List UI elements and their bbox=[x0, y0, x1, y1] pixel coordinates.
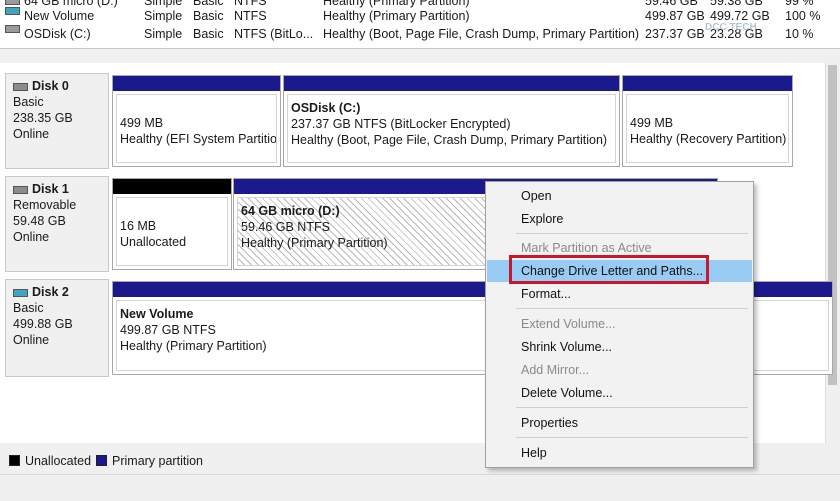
disk-size: 59.48 GB bbox=[13, 214, 66, 228]
partition-status: Unallocated bbox=[120, 235, 187, 249]
partition-unallocated[interactable]: 16 MB Unallocated bbox=[112, 178, 232, 270]
menu-item-format[interactable]: Format... bbox=[487, 283, 752, 305]
volume-pct: 100 % bbox=[785, 9, 821, 23]
partition-osdisk[interactable]: OSDisk (C:) 237.37 GB NTFS (BitLocker En… bbox=[283, 75, 620, 167]
vertical-scrollbar[interactable] bbox=[825, 63, 840, 443]
drive-icon bbox=[5, 0, 20, 5]
menu-item-delete-volume[interactable]: Delete Volume... bbox=[487, 382, 752, 404]
disk-name: Disk 0 bbox=[32, 79, 69, 93]
highlight-callout-box bbox=[509, 255, 709, 284]
volume-status: Healthy (Boot, Page File, Crash Dump, Pr… bbox=[323, 27, 640, 41]
primary-bar bbox=[623, 76, 792, 91]
disk-name: Disk 2 bbox=[32, 285, 69, 299]
partition-body: 499 MB Healthy (Recovery Partition) bbox=[626, 94, 789, 163]
unallocated-bar bbox=[113, 179, 231, 194]
primary-bar bbox=[284, 76, 619, 91]
menu-item-explore[interactable]: Explore bbox=[487, 208, 752, 230]
partition-body: 499 MB Healthy (EFI System Partition) bbox=[116, 94, 277, 163]
disk-state: Online bbox=[13, 333, 50, 347]
menu-separator bbox=[516, 308, 748, 309]
drive-icon bbox=[5, 7, 20, 15]
volume-fs: NTFS (BitLo... bbox=[234, 27, 314, 41]
disk-type: Removable bbox=[13, 198, 77, 212]
menu-item-shrink-volume[interactable]: Shrink Volume... bbox=[487, 336, 752, 358]
disk-icon bbox=[13, 185, 28, 194]
volume-capacity: 237.37 GB bbox=[645, 27, 705, 41]
legend-unallocated: Unallocated bbox=[25, 454, 92, 468]
partition-body: OSDisk (C:) 237.37 GB NTFS (BitLocker En… bbox=[287, 94, 616, 163]
primary-swatch bbox=[96, 455, 107, 466]
volume-status: Healthy (Primary Partition) bbox=[323, 9, 470, 23]
partition-title: New Volume bbox=[120, 307, 194, 321]
menu-item-extend-volume: Extend Volume... bbox=[521, 317, 616, 331]
volume-type: Basic bbox=[193, 27, 224, 41]
volume-capacity: 499.87 GB bbox=[645, 9, 705, 23]
partition-size: 499 MB bbox=[630, 116, 674, 130]
status-bar bbox=[0, 474, 840, 501]
volume-name: New Volume bbox=[24, 9, 95, 23]
menu-item-properties[interactable]: Properties bbox=[487, 412, 752, 434]
menu-item-add-mirror: Add Mirror... bbox=[521, 363, 590, 377]
disk-state: Online bbox=[13, 127, 50, 141]
disk-2-label[interactable]: Disk 2 Basic 499.88 GB Online bbox=[5, 279, 109, 377]
partition-efi[interactable]: 499 MB Healthy (EFI System Partition) bbox=[112, 75, 281, 167]
partition-status: Healthy (Boot, Page File, Crash Dump, Pr… bbox=[291, 133, 608, 147]
volume-fs: NTFS bbox=[234, 9, 267, 23]
context-menu: Open Explore Mark Partition as Active Ch… bbox=[485, 181, 754, 468]
disk-size: 499.88 GB bbox=[13, 317, 73, 331]
disk-icon bbox=[13, 82, 28, 91]
menu-separator bbox=[516, 233, 748, 234]
menu-item-open[interactable]: Open bbox=[487, 185, 752, 207]
disk-name: Disk 1 bbox=[32, 182, 69, 196]
volume-layout: Simple bbox=[144, 9, 183, 23]
partition-status: Healthy (Recovery Partition) bbox=[630, 132, 787, 146]
primary-bar bbox=[113, 76, 280, 91]
volume-layout: Simple bbox=[144, 27, 183, 41]
volume-type: Basic bbox=[193, 9, 224, 23]
partition-recovery[interactable]: 499 MB Healthy (Recovery Partition) bbox=[622, 75, 793, 167]
volume-list: 64 GB micro (D:) Simple Basic NTFS Healt… bbox=[0, 0, 840, 49]
partition-size: 16 MB bbox=[120, 219, 157, 233]
disk-size: 238.35 GB bbox=[13, 111, 73, 125]
partition-title: OSDisk (C:) bbox=[291, 101, 361, 115]
menu-separator bbox=[516, 437, 748, 438]
disk-1-label[interactable]: Disk 1 Removable 59.48 GB Online bbox=[5, 176, 109, 272]
watermark: DCC TECH bbox=[705, 22, 757, 33]
partition-body: 16 MB Unallocated bbox=[116, 197, 228, 266]
menu-separator bbox=[516, 407, 748, 408]
disk-icon bbox=[13, 288, 28, 297]
partition-title: 64 GB micro (D:) bbox=[241, 204, 340, 218]
legend-primary: Primary partition bbox=[112, 454, 203, 468]
disk-type: Basic bbox=[13, 301, 44, 315]
volume-pct: 10 % bbox=[785, 27, 814, 41]
menu-item-help[interactable]: Help bbox=[487, 442, 752, 464]
disk-state: Online bbox=[13, 230, 50, 244]
partition-status: Healthy (EFI System Partition) bbox=[120, 132, 277, 146]
volume-name: OSDisk (C:) bbox=[24, 27, 91, 41]
disk-0-label[interactable]: Disk 0 Basic 238.35 GB Online bbox=[5, 73, 109, 169]
partition-size: 237.37 GB NTFS (BitLocker Encrypted) bbox=[291, 117, 511, 131]
disk-type: Basic bbox=[13, 95, 44, 109]
unallocated-swatch bbox=[9, 455, 20, 466]
partition-size: 499 MB bbox=[120, 116, 164, 130]
drive-icon bbox=[5, 25, 20, 33]
